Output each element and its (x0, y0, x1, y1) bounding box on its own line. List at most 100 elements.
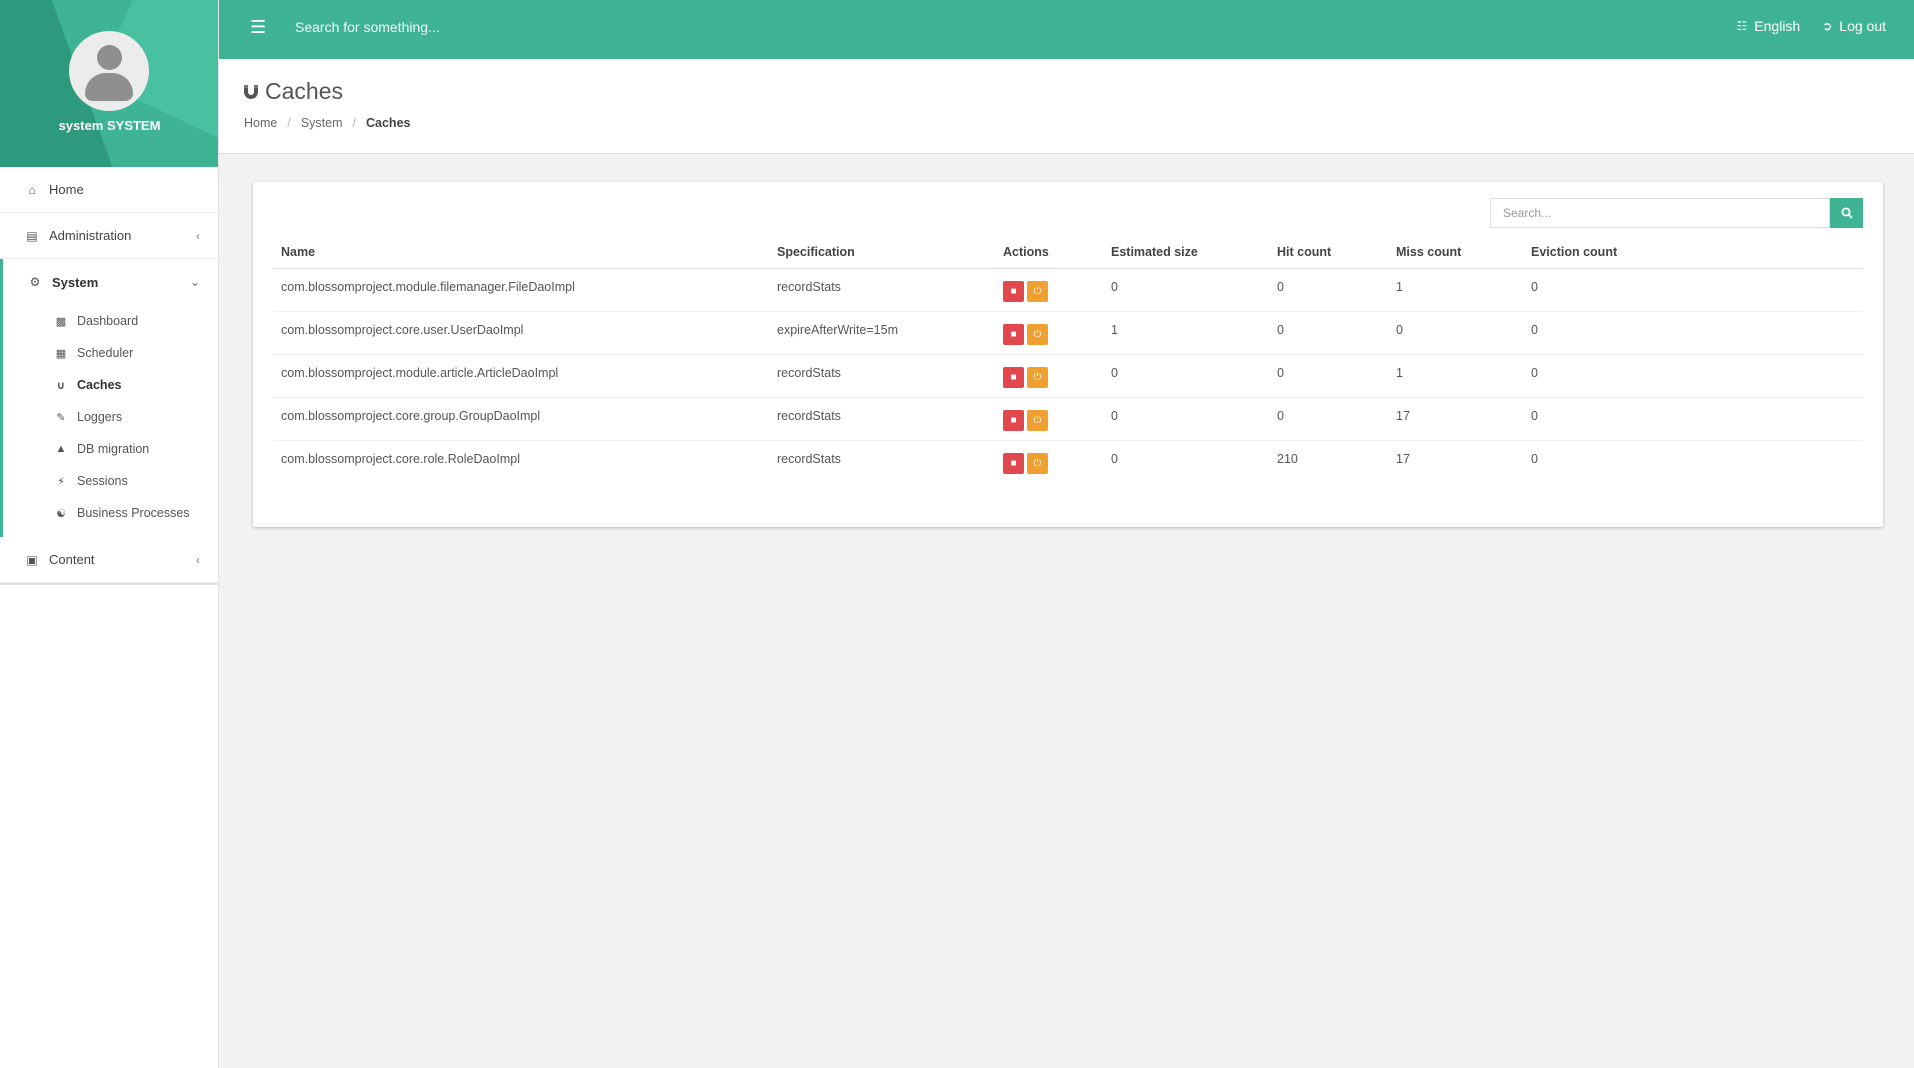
column-header-hit-count[interactable]: Hit count (1269, 236, 1388, 269)
sidebar-item-db-migration[interactable]: ▲ DB migration (3, 433, 218, 465)
language-label: English (1754, 18, 1801, 34)
eviction-count: 0 (1523, 354, 1863, 398)
eviction-count: 0 (1523, 440, 1863, 484)
delete-button[interactable]: ■ (1003, 367, 1024, 388)
search-button[interactable] (1830, 198, 1863, 228)
cache-name: com.blossomproject.core.group.GroupDaoIm… (273, 397, 769, 441)
list-icon: ▤ (26, 228, 38, 243)
logout-icon: ➲ (1822, 19, 1833, 33)
logout-label: Log out (1839, 18, 1886, 34)
page-title: Caches (243, 78, 343, 105)
table-header-row: Name Specification Actions Estimated siz… (273, 236, 1863, 269)
column-header-name[interactable]: Name (273, 236, 769, 269)
avatar[interactable] (69, 31, 149, 111)
sidebar-item-sessions[interactable]: ⚡ Sessions (3, 465, 218, 497)
chevron-left-icon: ‹ (196, 228, 200, 243)
delete-button[interactable]: ■ (1003, 281, 1024, 302)
sidebar-item-administration[interactable]: ▤ Administration ‹ (0, 213, 218, 259)
table-search-input[interactable] (1490, 198, 1830, 228)
power-icon: ⏻ (1033, 415, 1042, 426)
caches-panel: Name Specification Actions Estimated siz… (253, 182, 1883, 527)
invalidate-button[interactable]: ⏻ (1027, 281, 1048, 302)
user-name: system SYSTEM (58, 118, 161, 133)
eviction-count: 0 (1523, 397, 1863, 441)
flask-icon: ▲ (55, 443, 67, 455)
search-icon (1841, 207, 1853, 219)
caches-table: Name Specification Actions Estimated siz… (273, 236, 1863, 484)
breadcrumb-current: Caches (366, 116, 411, 130)
sidebar-item-label: Business Processes (77, 506, 190, 520)
sidebar-nav: ⌂ Home ▤ Administration ‹ ⚙ System ⌄ ▩ D… (0, 167, 218, 583)
chevron-down-icon: ⌄ (189, 275, 200, 289)
miss-count: 1 (1396, 280, 1403, 294)
delete-button[interactable]: ■ (1003, 410, 1024, 431)
invalidate-button[interactable]: ⏻ (1027, 453, 1048, 474)
sidebar-item-business-processes[interactable]: ☯ Business Processes (3, 497, 218, 529)
estimated-size: 0 (1103, 440, 1269, 484)
miss-count: 17 (1388, 440, 1523, 484)
column-header-eviction-count[interactable]: Eviction count (1523, 236, 1863, 269)
hit-count: 0 (1269, 311, 1388, 355)
column-header-specification[interactable]: Specification (769, 236, 995, 269)
sidebar-item-dashboard[interactable]: ▩ Dashboard (3, 305, 218, 337)
column-header-actions: Actions (995, 236, 1103, 269)
magnet-icon: ∪ (56, 379, 66, 392)
column-header-estimated-size[interactable]: Estimated size (1103, 236, 1269, 269)
sidebar-item-label: Dashboard (77, 314, 139, 328)
row-actions: ■ ⏻ (995, 269, 1103, 312)
row-actions: ■ ⏻ (995, 397, 1103, 441)
calendar-icon: ▦ (55, 347, 67, 360)
column-header-miss-count[interactable]: Miss count (1388, 236, 1523, 269)
sidebar-item-label: Loggers (77, 410, 123, 424)
chevron-left-icon: ‹ (196, 552, 200, 567)
language-button[interactable]: ☷ English (1737, 18, 1801, 34)
trash-icon: ■ (1010, 415, 1017, 426)
sidebar-item-system[interactable]: ⚙ System ⌄ (3, 259, 218, 305)
page-title-text: Caches (265, 78, 343, 104)
language-icon: ☷ (1736, 19, 1748, 33)
delete-button[interactable]: ■ (1003, 453, 1024, 474)
sidebar: system SYSTEM ⌂ Home ▤ Administration ‹ … (0, 0, 219, 1068)
cache-name: com.blossomproject.core.user.UserDaoImpl (273, 311, 769, 355)
invalidate-button[interactable]: ⏻ (1027, 367, 1048, 388)
invalidate-button[interactable]: ⏻ (1027, 324, 1048, 345)
breadcrumb-home[interactable]: Home (244, 116, 277, 130)
sidebar-item-content[interactable]: ▣ Content ‹ (0, 537, 218, 583)
invalidate-button[interactable]: ⏻ (1027, 410, 1048, 431)
power-icon: ⏻ (1033, 286, 1042, 297)
logout-button[interactable]: ➲ Log out (1822, 18, 1886, 34)
sidebar-item-loggers[interactable]: ✎ Loggers (3, 401, 218, 433)
cache-specification: recordStats (769, 440, 995, 484)
sidebar-group-system: ⚙ System ⌄ ▩ Dashboard ▦ Scheduler ∪ Cac… (0, 259, 218, 537)
avatar-body (85, 73, 133, 101)
cache-specification: recordStats (777, 280, 841, 294)
trash-icon: ■ (1010, 372, 1017, 383)
sidebar-item-scheduler[interactable]: ▦ Scheduler (3, 337, 218, 369)
delete-button[interactable]: ■ (1003, 324, 1024, 345)
sidebar-item-home[interactable]: ⌂ Home (0, 167, 218, 213)
hit-count: 0 (1277, 280, 1284, 294)
hit-count: 0 (1269, 397, 1388, 441)
hamburger-menu-icon[interactable]: ☰ (250, 17, 266, 38)
global-search-input[interactable] (293, 18, 797, 36)
breadcrumb-system[interactable]: System (301, 116, 343, 130)
cache-specification: recordStats (769, 354, 995, 398)
breadcrumb-separator: / (287, 116, 291, 130)
trash-icon: ■ (1010, 458, 1017, 469)
row-actions: ■ ⏻ (995, 440, 1103, 484)
miss-count: 1 (1388, 354, 1523, 398)
table-row: com.blossomproject.core.group.GroupDaoIm… (273, 397, 1863, 441)
estimated-size: 1 (1103, 311, 1269, 355)
sidebar-item-label: Home (49, 182, 84, 197)
sidebar-item-caches[interactable]: ∪ Caches (3, 369, 218, 401)
hit-count: 210 (1269, 440, 1388, 484)
miss-count: 0 (1388, 311, 1523, 355)
home-icon: ⌂ (28, 182, 36, 197)
table-row: com.blossomproject.module.article.Articl… (273, 354, 1863, 398)
power-icon: ⏻ (1033, 458, 1042, 469)
sidebar-profile-header: system SYSTEM (0, 0, 218, 167)
hit-count: 0 (1269, 354, 1388, 398)
table-row: com.blossomproject.core.role.RoleDaoImpl… (273, 440, 1863, 484)
top-bar-actions: ☷ English ➲ Log out (1737, 18, 1886, 34)
breadcrumb-separator: / (352, 116, 356, 130)
